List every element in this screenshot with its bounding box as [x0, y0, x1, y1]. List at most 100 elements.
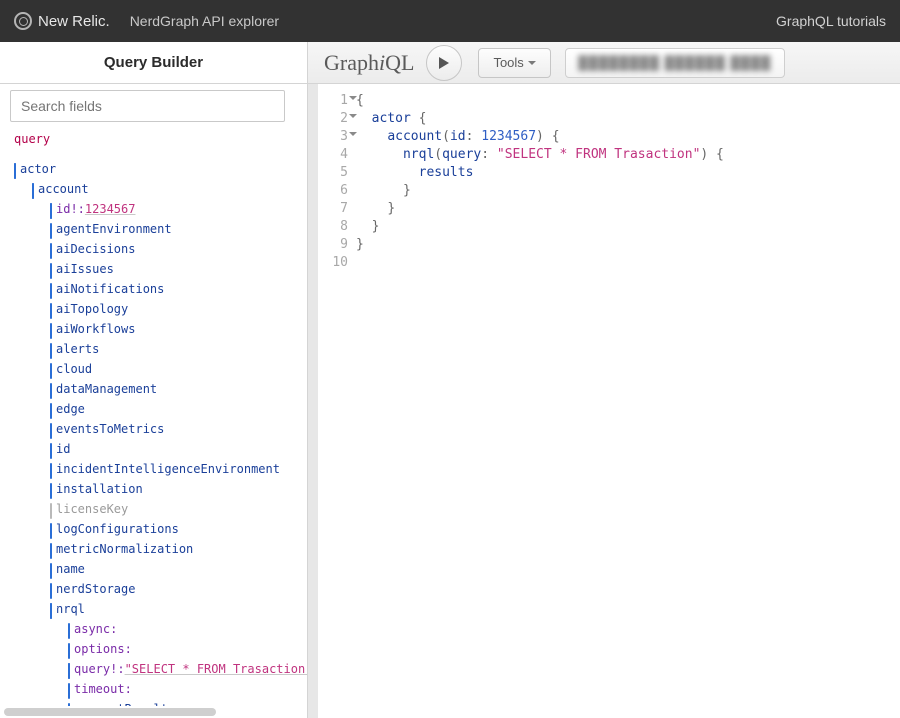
tree-item-cloud[interactable]: cloud [50, 360, 307, 380]
checkbox[interactable] [50, 303, 52, 319]
field-label[interactable]: edge [56, 402, 85, 416]
tree-item-aitopology[interactable]: aiTopology [50, 300, 307, 320]
tree-item-options[interactable]: options: [68, 640, 307, 660]
checkbox[interactable] [50, 263, 52, 279]
field-label[interactable]: aiDecisions [56, 242, 135, 256]
play-icon [438, 56, 450, 70]
checkbox[interactable] [68, 663, 70, 679]
checkbox[interactable] [50, 543, 52, 559]
field-label[interactable]: logConfigurations [56, 522, 179, 536]
checkbox[interactable] [50, 583, 52, 599]
field-label[interactable]: agentEnvironment [56, 222, 172, 236]
field-label[interactable]: actor [20, 162, 56, 176]
tree-item-alerts[interactable]: alerts [50, 340, 307, 360]
tree-item-incidentintelligenceenvironment[interactable]: incidentIntelligenceEnvironment [50, 460, 307, 480]
field-label[interactable]: account [38, 182, 89, 196]
scrollbar-thumb[interactable] [4, 708, 216, 716]
field-label[interactable]: id [56, 442, 70, 456]
field-label[interactable]: metricNormalization [56, 542, 193, 556]
checkbox[interactable] [50, 403, 52, 419]
field-label[interactable]: licenseKey [56, 502, 128, 516]
brand-logo[interactable]: New Relic. [14, 12, 110, 30]
checkbox[interactable] [50, 383, 52, 399]
arg-value[interactable]: 1234567 [85, 202, 136, 216]
tree-item-query[interactable]: query!:"SELECT * FROM Trasaction" [68, 660, 307, 680]
checkbox[interactable] [50, 223, 52, 239]
checkbox[interactable] [50, 523, 52, 539]
tree-item-async[interactable]: async: [68, 620, 307, 640]
field-label[interactable]: name [56, 562, 85, 576]
arg-value[interactable]: "SELECT * FROM Trasaction" [125, 662, 307, 676]
tree-item-ainotifications[interactable]: aiNotifications [50, 280, 307, 300]
query-editor[interactable]: 12345678910 { actor { account(id: 123456… [318, 84, 900, 718]
field-label[interactable]: installation [56, 482, 143, 496]
tree-item-name[interactable]: name [50, 560, 307, 580]
tree-item-logconfigurations[interactable]: logConfigurations [50, 520, 307, 540]
query-builder-panel: query actoraccountid!:1234567agentEnviro… [0, 84, 308, 718]
tree-item-account[interactable]: account id!:1234567 agentEnvironment aiDeci… [32, 180, 307, 706]
field-label[interactable]: incidentIntelligenceEnvironment [56, 462, 280, 476]
checkbox[interactable] [50, 563, 52, 579]
tools-dropdown[interactable]: Tools [478, 48, 550, 78]
field-label[interactable]: aiTopology [56, 302, 128, 316]
account-selector[interactable]: ████████ ██████ ████ [565, 48, 785, 78]
tree-item-aidecisions[interactable]: aiDecisions [50, 240, 307, 260]
field-label[interactable]: async: [74, 622, 117, 636]
field-label[interactable]: aiNotifications [56, 282, 164, 296]
tree-item-installation[interactable]: installation [50, 480, 307, 500]
checkbox[interactable] [68, 683, 70, 699]
field-label[interactable]: dataManagement [56, 382, 157, 396]
pane-divider[interactable] [308, 84, 318, 718]
field-label[interactable]: nerdStorage [56, 582, 135, 596]
tree-item-actor[interactable]: actoraccountid!:1234567agentEnvironmenta… [14, 160, 307, 706]
field-label[interactable]: nrql [56, 602, 85, 616]
checkbox[interactable] [50, 463, 52, 479]
tree-item-id[interactable]: id [50, 440, 307, 460]
checkbox[interactable] [50, 483, 52, 499]
field-label[interactable]: aiIssues [56, 262, 114, 276]
execute-button[interactable] [426, 45, 462, 81]
tree-item-datamanagement[interactable]: dataManagement [50, 380, 307, 400]
tree-item-id[interactable]: id!:1234567 [50, 200, 307, 220]
main-area: query actoraccountid!:1234567agentEnviro… [0, 84, 900, 718]
tree-item-aiissues[interactable]: aiIssues [50, 260, 307, 280]
checkbox[interactable] [50, 603, 52, 619]
checkbox[interactable] [68, 623, 70, 639]
checkbox[interactable] [14, 163, 16, 179]
field-label[interactable]: eventsToMetrics [56, 422, 164, 436]
checkbox[interactable] [50, 503, 52, 519]
tree-item-timeout[interactable]: timeout: [68, 680, 307, 700]
checkbox[interactable] [50, 363, 52, 379]
field-label[interactable]: query!: [74, 662, 125, 676]
tutorials-link[interactable]: GraphQL tutorials [776, 13, 886, 29]
field-label[interactable]: aiWorkflows [56, 322, 135, 336]
field-label[interactable]: alerts [56, 342, 99, 356]
checkbox[interactable] [32, 183, 34, 199]
tree-item-metricnormalization[interactable]: metricNormalization [50, 540, 307, 560]
fold-icon[interactable] [349, 132, 357, 140]
tree-item-agentenvironment[interactable]: agentEnvironment [50, 220, 307, 240]
checkbox[interactable] [50, 443, 52, 459]
search-fields-input[interactable] [10, 90, 285, 122]
field-label[interactable]: cloud [56, 362, 92, 376]
builder-scrollbar[interactable] [0, 706, 307, 718]
field-label[interactable]: id!: [56, 202, 85, 216]
field-label[interactable]: options: [74, 642, 132, 656]
tree-item-licensekey[interactable]: licenseKey [50, 500, 307, 520]
tree-item-nerdstorage[interactable]: nerdStorage [50, 580, 307, 600]
checkbox[interactable] [50, 283, 52, 299]
tree-item-edge[interactable]: edge [50, 400, 307, 420]
checkbox[interactable] [50, 423, 52, 439]
fold-icon[interactable] [349, 114, 357, 122]
checkbox[interactable] [50, 323, 52, 339]
tree-item-eventstometrics[interactable]: eventsToMetrics [50, 420, 307, 440]
checkbox[interactable] [50, 343, 52, 359]
tree-item-aiworkflows[interactable]: aiWorkflows [50, 320, 307, 340]
tree-item-nrql[interactable]: nrql async: options: query!:"SELECT * FROM … [50, 600, 307, 706]
checkbox[interactable] [68, 643, 70, 659]
field-label[interactable]: timeout: [74, 682, 132, 696]
code-source[interactable]: { actor { account(id: 1234567) { nrql(qu… [356, 92, 724, 718]
checkbox[interactable] [50, 203, 52, 219]
fold-icon[interactable] [349, 96, 357, 104]
checkbox[interactable] [50, 243, 52, 259]
